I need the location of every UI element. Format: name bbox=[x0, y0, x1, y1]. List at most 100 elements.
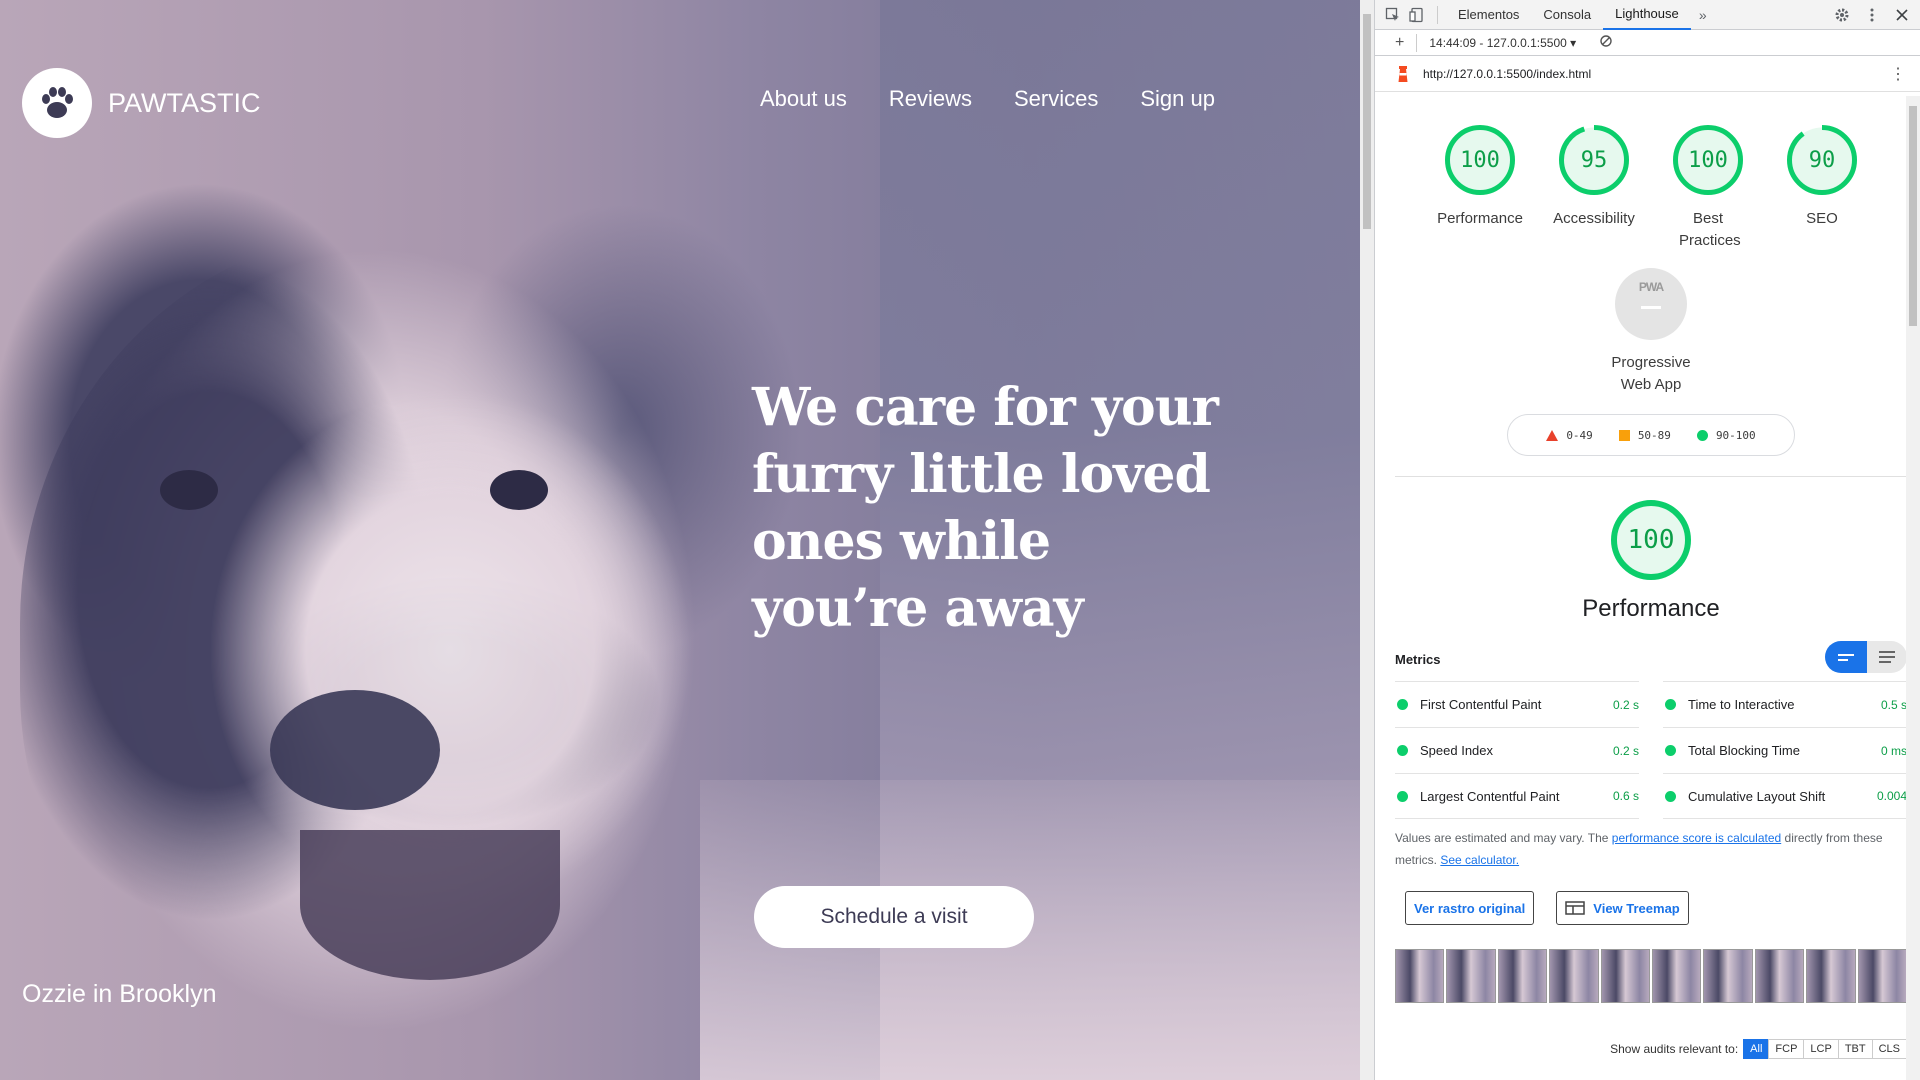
report-scrollbar-thumb[interactable] bbox=[1909, 106, 1917, 326]
brand-name[interactable]: PAWTASTIC bbox=[108, 88, 261, 119]
photo-caption: Ozzie in Brooklyn bbox=[22, 980, 217, 1008]
metrics-grid: First Contentful Paint 0.2 s Time to Inte… bbox=[1395, 681, 1907, 819]
metrics-header: Metrics bbox=[1395, 641, 1907, 673]
view-original-trace-button[interactable]: Ver rastro original bbox=[1405, 891, 1535, 925]
dog-eye-left bbox=[160, 470, 218, 510]
metric-row[interactable]: Speed Index 0.2 s bbox=[1395, 727, 1639, 773]
metrics-view-toggle[interactable] bbox=[1825, 641, 1907, 673]
note-text: Values are estimated and may vary. The bbox=[1395, 831, 1612, 845]
compact-view-icon[interactable] bbox=[1825, 641, 1867, 673]
see-calculator-link[interactable]: See calculator. bbox=[1440, 853, 1519, 867]
tab-lighthouse[interactable]: Lighthouse bbox=[1603, 0, 1691, 30]
nav-link-reviews[interactable]: Reviews bbox=[889, 86, 972, 112]
tab-elements[interactable]: Elementos bbox=[1446, 0, 1531, 30]
dog-mouth bbox=[300, 830, 560, 980]
gauge-seo[interactable]: 90 SEO bbox=[1775, 124, 1869, 252]
metric-name: Speed Index bbox=[1420, 743, 1494, 758]
performance-score: 100 bbox=[1627, 525, 1675, 555]
metrics-disclaimer: Values are estimated and may vary. The p… bbox=[1395, 827, 1907, 871]
filmstrip-frame bbox=[1600, 949, 1651, 1003]
gauge-performance[interactable]: 100 Performance bbox=[1433, 124, 1527, 252]
more-options-icon[interactable] bbox=[1860, 3, 1884, 27]
close-icon[interactable] bbox=[1890, 3, 1914, 27]
average-square-icon bbox=[1618, 429, 1630, 441]
devtools-tabbar: Elementos Consola Lighthouse » bbox=[1375, 0, 1920, 30]
filmstrip-frame bbox=[1806, 949, 1856, 1003]
filter-chip-tbt[interactable]: TBT bbox=[1837, 1039, 1873, 1059]
hero-heading: We care for your furry little loved ones… bbox=[752, 374, 1272, 642]
filmstrip-frame bbox=[1549, 949, 1599, 1003]
pass-circle-icon bbox=[1397, 745, 1408, 756]
filmstrip bbox=[1395, 949, 1907, 1003]
gauge-best-practices[interactable]: 100 Best Practices bbox=[1661, 124, 1755, 252]
hero-line: ones while bbox=[752, 511, 1051, 572]
expanded-view-icon[interactable] bbox=[1867, 641, 1907, 673]
filter-chip-cls[interactable]: CLS bbox=[1871, 1039, 1907, 1059]
devtools-panel: Elementos Consola Lighthouse » + 14:44:0… bbox=[1374, 0, 1920, 1080]
more-tabs-icon[interactable]: » bbox=[1691, 3, 1715, 27]
report-session-select[interactable]: 14:44:09 - 127.0.0.1:5500 ▾ bbox=[1429, 36, 1576, 50]
report-url-bar: http://127.0.0.1:5500/index.html ⋮ bbox=[1375, 56, 1920, 92]
add-report-icon[interactable]: + bbox=[1395, 34, 1404, 52]
chevron-down-icon: ▾ bbox=[1570, 35, 1577, 50]
report-scrollbar[interactable] bbox=[1906, 96, 1920, 1080]
button-label: Ver rastro original bbox=[1414, 900, 1526, 916]
filmstrip-frame bbox=[1754, 949, 1805, 1003]
filter-chip-fcp[interactable]: FCP bbox=[1768, 1039, 1805, 1059]
metric-row[interactable]: Cumulative Layout Shift 0.004 bbox=[1663, 773, 1907, 819]
legend-fail: 0-49 bbox=[1566, 428, 1593, 442]
metric-value: 0.5 s bbox=[1880, 697, 1907, 712]
report-buttons: Ver rastro original View Treemap bbox=[1395, 891, 1907, 925]
pwa-badge-icon: PWA bbox=[1615, 268, 1687, 340]
report-url: http://127.0.0.1:5500/index.html bbox=[1423, 66, 1592, 81]
filter-chip-lcp[interactable]: LCP bbox=[1803, 1039, 1839, 1059]
main-nav: About us Reviews Services Sign up bbox=[760, 86, 1215, 112]
dog-eye-right bbox=[490, 470, 548, 510]
gauge-score: 100 bbox=[1460, 147, 1500, 173]
toolbar-divider bbox=[1437, 5, 1438, 24]
filmstrip-frame bbox=[1857, 949, 1907, 1003]
gauge-label: Accessibility bbox=[1553, 210, 1635, 227]
page-scrollbar[interactable] bbox=[1360, 0, 1374, 1080]
performance-score-link[interactable]: performance score is calculated bbox=[1612, 831, 1781, 845]
gauge-accessibility[interactable]: 95 Accessibility bbox=[1547, 124, 1641, 252]
section-divider bbox=[1395, 476, 1907, 477]
gauge-label: Best Practices bbox=[1679, 210, 1741, 249]
dog-nose bbox=[270, 690, 440, 810]
metric-row[interactable]: First Contentful Paint 0.2 s bbox=[1395, 681, 1639, 727]
lighthouse-icon bbox=[1398, 65, 1408, 82]
button-label: View Treemap bbox=[1593, 900, 1680, 916]
device-toolbar-icon[interactable] bbox=[1405, 3, 1429, 27]
audit-filter-label: Show audits relevant to: bbox=[1610, 1042, 1739, 1056]
settings-gear-icon[interactable] bbox=[1830, 3, 1854, 27]
paw-logo-icon[interactable] bbox=[22, 68, 92, 138]
fail-triangle-icon bbox=[1546, 429, 1559, 441]
pass-circle-icon bbox=[1397, 699, 1408, 710]
tab-console[interactable]: Consola bbox=[1531, 0, 1603, 30]
gauge-label: SEO bbox=[1806, 210, 1838, 227]
report-menu-icon[interactable]: ⋮ bbox=[1890, 64, 1906, 84]
metric-row[interactable]: Time to Interactive 0.5 s bbox=[1663, 681, 1907, 727]
report-session-label: 14:44:09 - 127.0.0.1:5500 bbox=[1429, 35, 1567, 50]
nav-link-services[interactable]: Services bbox=[1014, 86, 1098, 112]
metric-value: 0.004 bbox=[1876, 789, 1907, 803]
nav-link-signup[interactable]: Sign up bbox=[1140, 86, 1215, 112]
page-scrollbar-thumb[interactable] bbox=[1363, 14, 1371, 229]
gauge-score: 95 bbox=[1580, 147, 1608, 173]
filmstrip-frame bbox=[1703, 949, 1753, 1003]
pass-circle-icon bbox=[1696, 429, 1708, 441]
pass-circle-icon bbox=[1397, 790, 1408, 802]
metric-row[interactable]: Total Blocking Time 0 ms bbox=[1663, 727, 1907, 773]
pwa-label: Progressive Web App bbox=[1611, 354, 1691, 393]
nav-link-about[interactable]: About us bbox=[760, 86, 847, 112]
metric-name: Total Blocking Time bbox=[1688, 743, 1800, 758]
filter-chip-all[interactable]: All bbox=[1743, 1039, 1770, 1059]
inspect-element-icon[interactable] bbox=[1381, 3, 1405, 27]
legend-pass: 90-100 bbox=[1715, 428, 1756, 442]
clear-all-icon[interactable] bbox=[1600, 35, 1612, 50]
view-treemap-button[interactable]: View Treemap bbox=[1556, 891, 1689, 925]
metric-row[interactable]: Largest Contentful Paint 0.6 s bbox=[1395, 773, 1639, 819]
toolbar-divider bbox=[1416, 33, 1418, 52]
gauge-pwa[interactable]: PWA Progressive Web App bbox=[1591, 268, 1711, 396]
schedule-visit-button[interactable]: Schedule a visit bbox=[754, 886, 1034, 948]
